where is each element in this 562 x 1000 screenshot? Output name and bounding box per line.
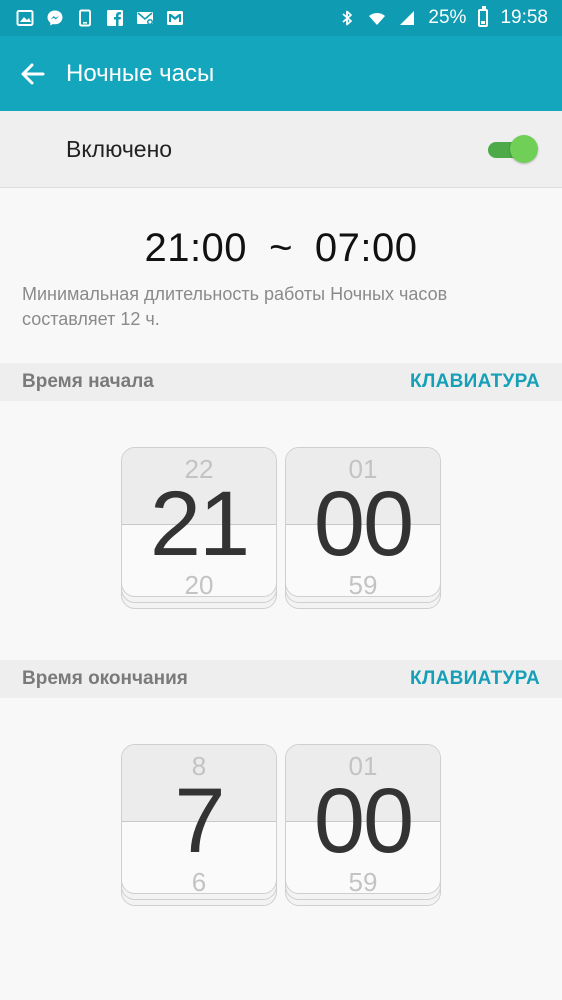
start-hour-value[interactable]: 21 <box>122 474 276 574</box>
range-start: 21:00 <box>144 226 248 270</box>
end-hour-value[interactable]: 7 <box>122 771 276 871</box>
page-title: Ночные часы <box>66 59 215 87</box>
app-bar: Ночные часы <box>0 36 562 111</box>
start-minute-spinner[interactable]: 01 00 59 <box>285 447 441 612</box>
start-keyboard-button[interactable]: КЛАВИАТУРА <box>410 371 540 393</box>
notification-icons <box>16 9 184 27</box>
wifi-icon <box>368 9 386 27</box>
end-time-picker: 8 7 6 01 00 59 <box>0 698 562 1000</box>
start-time-header: Время начала КЛАВИАТУРА <box>0 363 562 401</box>
start-time-picker: 22 21 20 01 00 59 <box>0 401 562 660</box>
battery-icon <box>478 6 489 27</box>
switch-thumb <box>510 135 538 163</box>
start-minute-next[interactable]: 59 <box>286 570 440 596</box>
mail-icon <box>166 9 184 27</box>
enabled-switch[interactable] <box>486 134 538 164</box>
end-time-header: Время окончания КЛАВИАТУРА <box>0 660 562 698</box>
device-icon <box>76 9 94 27</box>
end-minute-value[interactable]: 00 <box>286 771 440 871</box>
end-time-title: Время окончания <box>22 668 188 689</box>
start-hour-next[interactable]: 20 <box>122 570 276 596</box>
system-icons: 25% 19:58 <box>338 6 548 29</box>
time-range: 21:00 ~07:00 <box>0 226 562 271</box>
status-bar: 25% 19:58 <box>0 0 562 36</box>
range-end: 07:00 <box>314 226 418 270</box>
start-hour-spinner[interactable]: 22 21 20 <box>121 447 277 612</box>
messenger-icon <box>46 9 64 27</box>
time-range-summary: 21:00 ~07:00 Минимальная длительность раб… <box>0 188 562 363</box>
back-button[interactable] <box>0 36 66 111</box>
battery-percent: 25% <box>428 7 467 28</box>
enabled-label: Включено <box>66 135 173 162</box>
end-minute-spinner[interactable]: 01 00 59 <box>285 744 441 909</box>
gallery-icon <box>16 9 34 27</box>
facebook-icon <box>106 9 124 27</box>
enabled-row[interactable]: Включено <box>0 111 562 188</box>
duration-note: Минимальная длительность работы Ночных ч… <box>22 284 448 329</box>
bluetooth-icon <box>338 9 356 27</box>
end-keyboard-button[interactable]: КЛАВИАТУРА <box>410 668 540 690</box>
end-minute-next[interactable]: 59 <box>286 867 440 893</box>
start-time-title: Время начала <box>22 371 154 392</box>
end-hour-spinner[interactable]: 8 7 6 <box>121 744 277 909</box>
email-icon <box>136 9 154 27</box>
back-arrow-icon <box>21 63 45 84</box>
end-hour-next[interactable]: 6 <box>122 867 276 893</box>
range-separator: ~ <box>269 226 293 270</box>
clock: 19:58 <box>500 7 548 28</box>
signal-icon <box>398 9 416 27</box>
start-minute-value[interactable]: 00 <box>286 474 440 574</box>
